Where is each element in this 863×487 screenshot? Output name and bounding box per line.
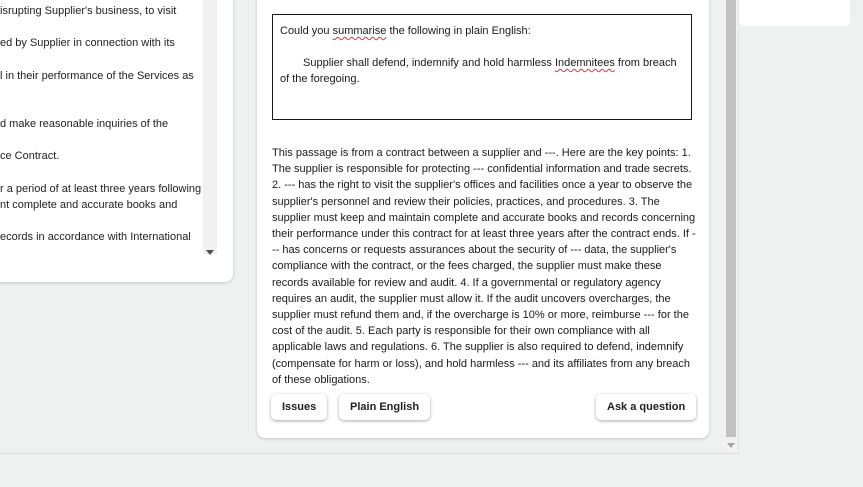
side-panel <box>739 0 850 26</box>
user-prompt: Could you summarise the following in pla… <box>272 14 692 120</box>
document-line: ed by Supplier in connection with its <box>0 37 175 49</box>
misspelled-word[interactable]: summarise <box>333 25 387 37</box>
document-line: l in their performance of the Services a… <box>0 70 194 82</box>
document-line: d make reasonable inquiries of the <box>0 118 169 130</box>
scroll-down-arrow-icon[interactable] <box>727 443 735 448</box>
document-line: ecords in accordance with International <box>0 231 191 243</box>
prompt-text: the following in plain English: <box>386 25 531 37</box>
misspelled-word[interactable]: Indemnitees <box>555 57 615 69</box>
scrollbar-thumb[interactable] <box>726 0 736 437</box>
document-panel: isrupting Supplier's business, to visit … <box>0 0 233 282</box>
chat-panel: Could you summarise the following in pla… <box>257 0 709 438</box>
issues-button[interactable]: Issues <box>271 394 328 420</box>
main-scrollbar[interactable] <box>724 0 739 453</box>
document-line: isrupting Supplier's business, to visit <box>0 5 177 17</box>
assistant-response: This passage is from a contract between … <box>272 147 696 386</box>
plain-english-button[interactable]: Plain English <box>339 394 431 420</box>
scroll-down-arrow-icon[interactable] <box>206 250 214 255</box>
document-scrollbar[interactable] <box>203 0 217 254</box>
divider <box>0 453 739 454</box>
document-line: r a period of at least three years follo… <box>0 183 202 195</box>
prompt-text: Could you <box>280 25 333 37</box>
ask-question-button[interactable]: Ask a question <box>596 394 697 420</box>
prompt-quoted-clause: Supplier shall defend, indemnify and hol… <box>280 55 684 87</box>
document-line: nt complete and accurate books and <box>0 199 178 211</box>
prompt-text: Supplier shall defend, indemnify and hol… <box>303 57 555 69</box>
prompt-line-1: Could you summarise the following in pla… <box>280 23 684 39</box>
document-line: ce Contract. <box>0 150 60 162</box>
